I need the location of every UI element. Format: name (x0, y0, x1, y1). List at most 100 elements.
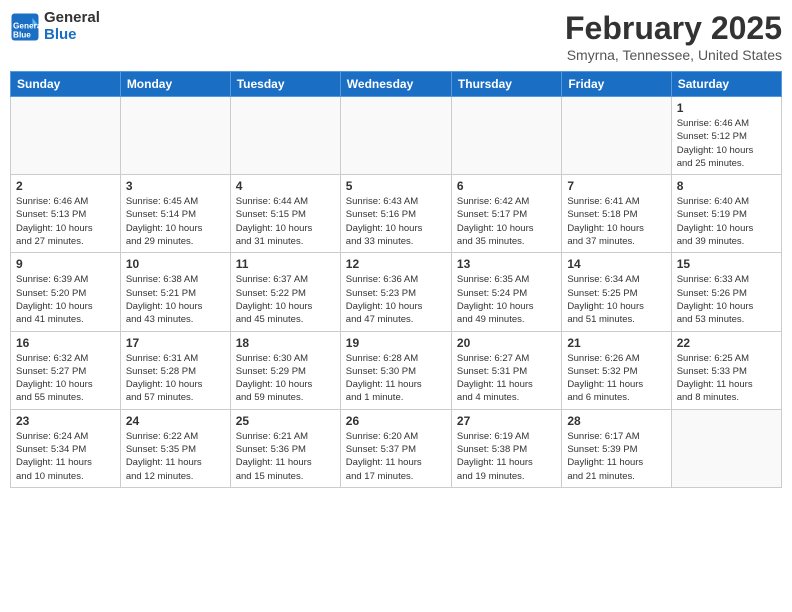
day-info: Sunrise: 6:37 AM Sunset: 5:22 PM Dayligh… (236, 273, 335, 326)
day-number: 6 (457, 179, 556, 193)
calendar-cell: 8Sunrise: 6:40 AM Sunset: 5:19 PM Daylig… (671, 175, 781, 253)
day-number: 3 (126, 179, 225, 193)
day-info: Sunrise: 6:26 AM Sunset: 5:32 PM Dayligh… (567, 352, 665, 405)
day-info: Sunrise: 6:17 AM Sunset: 5:39 PM Dayligh… (567, 430, 665, 483)
calendar-week-row: 23 Sunrise: 6:24 AM Sunset: 5:34 PM Dayli… (11, 409, 782, 487)
svg-text:General: General (13, 21, 40, 30)
day-info: Sunrise: 6:36 AM Sunset: 5:23 PM Dayligh… (346, 273, 446, 326)
day-number: 11 (236, 257, 335, 271)
calendar-cell: 23 Sunrise: 6:24 AM Sunset: 5:34 PM Dayli… (11, 409, 121, 487)
calendar-cell (340, 97, 451, 175)
day-info: Sunrise: 6:28 AM Sunset: 5:30 PM Dayligh… (346, 352, 446, 405)
day-info: Sunrise: 6:38 AM Sunset: 5:21 PM Dayligh… (126, 273, 225, 326)
day-number: 13 (457, 257, 556, 271)
month-title: February 2025 (565, 10, 782, 47)
day-number: 14 (567, 257, 665, 271)
day-number: 7 (567, 179, 665, 193)
calendar-week-row: 2 Sunrise: 6:46 AM Sunset: 5:13 PM Daylig… (11, 175, 782, 253)
calendar-week-row: 1 Sunrise: 6:46 AM Sunset: 5:12 PM Daylig… (11, 97, 782, 175)
day-number: 20 (457, 336, 556, 350)
day-info: Sunrise: 6:45 AM Sunset: 5:14 PM Dayligh… (126, 195, 225, 248)
day-info: Sunrise: 6:34 AM Sunset: 5:25 PM Dayligh… (567, 273, 665, 326)
logo-icon: General Blue (10, 12, 40, 42)
day-number: 4 (236, 179, 335, 193)
day-info: Sunrise: 6:27 AM Sunset: 5:31 PM Dayligh… (457, 352, 556, 405)
day-number: 2 (16, 179, 115, 193)
weekday-header-row: SundayMondayTuesdayWednesdayThursdayFrid… (11, 72, 782, 97)
day-number: 16 (16, 336, 115, 350)
calendar-cell (230, 97, 340, 175)
day-number: 10 (126, 257, 225, 271)
calendar-cell: 27Sunrise: 6:19 AM Sunset: 5:38 PM Dayli… (451, 409, 561, 487)
calendar-cell: 16 Sunrise: 6:32 AM Sunset: 5:27 PM Dayli… (11, 331, 121, 409)
day-number: 9 (16, 257, 115, 271)
calendar-cell: 5Sunrise: 6:43 AM Sunset: 5:16 PM Daylig… (340, 175, 451, 253)
calendar-cell: 7Sunrise: 6:41 AM Sunset: 5:18 PM Daylig… (562, 175, 671, 253)
day-number: 17 (126, 336, 225, 350)
day-info: Sunrise: 6:22 AM Sunset: 5:35 PM Dayligh… (126, 430, 225, 483)
calendar-cell: 24 Sunrise: 6:22 AM Sunset: 5:35 PM Dayli… (120, 409, 230, 487)
weekday-header-sunday: Sunday (11, 72, 121, 97)
logo-blue: Blue (44, 27, 100, 44)
day-number: 22 (677, 336, 776, 350)
svg-text:Blue: Blue (13, 30, 31, 39)
calendar-cell: 10 Sunrise: 6:38 AM Sunset: 5:21 PM Dayli… (120, 253, 230, 331)
day-info: Sunrise: 6:35 AM Sunset: 5:24 PM Dayligh… (457, 273, 556, 326)
day-number: 12 (346, 257, 446, 271)
day-info: Sunrise: 6:44 AM Sunset: 5:15 PM Dayligh… (236, 195, 335, 248)
header: General Blue General Blue February 2025 … (10, 10, 782, 63)
weekday-header-friday: Friday (562, 72, 671, 97)
weekday-header-wednesday: Wednesday (340, 72, 451, 97)
title-block: February 2025 Smyrna, Tennessee, United … (565, 10, 782, 63)
calendar-week-row: 16 Sunrise: 6:32 AM Sunset: 5:27 PM Dayli… (11, 331, 782, 409)
day-info: Sunrise: 6:46 AM Sunset: 5:12 PM Dayligh… (677, 117, 776, 170)
weekday-header-tuesday: Tuesday (230, 72, 340, 97)
day-info: Sunrise: 6:39 AM Sunset: 5:20 PM Dayligh… (16, 273, 115, 326)
calendar-cell: 2 Sunrise: 6:46 AM Sunset: 5:13 PM Daylig… (11, 175, 121, 253)
calendar: SundayMondayTuesdayWednesdayThursdayFrid… (10, 71, 782, 488)
day-number: 18 (236, 336, 335, 350)
day-info: Sunrise: 6:25 AM Sunset: 5:33 PM Dayligh… (677, 352, 776, 405)
calendar-cell: 26Sunrise: 6:20 AM Sunset: 5:37 PM Dayli… (340, 409, 451, 487)
day-info: Sunrise: 6:21 AM Sunset: 5:36 PM Dayligh… (236, 430, 335, 483)
day-number: 21 (567, 336, 665, 350)
calendar-cell: 18Sunrise: 6:30 AM Sunset: 5:29 PM Dayli… (230, 331, 340, 409)
calendar-cell: 6 Sunrise: 6:42 AM Sunset: 5:17 PM Daylig… (451, 175, 561, 253)
calendar-cell (120, 97, 230, 175)
day-number: 28 (567, 414, 665, 428)
calendar-cell: 20 Sunrise: 6:27 AM Sunset: 5:31 PM Dayli… (451, 331, 561, 409)
calendar-cell: 14 Sunrise: 6:34 AM Sunset: 5:25 PM Dayli… (562, 253, 671, 331)
calendar-cell: 3 Sunrise: 6:45 AM Sunset: 5:14 PM Daylig… (120, 175, 230, 253)
day-number: 15 (677, 257, 776, 271)
calendar-cell: 28 Sunrise: 6:17 AM Sunset: 5:39 PM Dayli… (562, 409, 671, 487)
day-info: Sunrise: 6:46 AM Sunset: 5:13 PM Dayligh… (16, 195, 115, 248)
calendar-cell: 19 Sunrise: 6:28 AM Sunset: 5:30 PM Dayli… (340, 331, 451, 409)
day-info: Sunrise: 6:24 AM Sunset: 5:34 PM Dayligh… (16, 430, 115, 483)
day-number: 25 (236, 414, 335, 428)
calendar-week-row: 9 Sunrise: 6:39 AM Sunset: 5:20 PM Daylig… (11, 253, 782, 331)
day-number: 19 (346, 336, 446, 350)
calendar-cell: 13 Sunrise: 6:35 AM Sunset: 5:24 PM Dayli… (451, 253, 561, 331)
weekday-header-thursday: Thursday (451, 72, 561, 97)
calendar-cell: 1 Sunrise: 6:46 AM Sunset: 5:12 PM Daylig… (671, 97, 781, 175)
calendar-cell: 9 Sunrise: 6:39 AM Sunset: 5:20 PM Daylig… (11, 253, 121, 331)
day-number: 24 (126, 414, 225, 428)
day-info: Sunrise: 6:19 AM Sunset: 5:38 PM Dayligh… (457, 430, 556, 483)
calendar-cell: 4 Sunrise: 6:44 AM Sunset: 5:15 PM Daylig… (230, 175, 340, 253)
calendar-cell: 25 Sunrise: 6:21 AM Sunset: 5:36 PM Dayli… (230, 409, 340, 487)
calendar-cell: 11 Sunrise: 6:37 AM Sunset: 5:22 PM Dayli… (230, 253, 340, 331)
day-info: Sunrise: 6:31 AM Sunset: 5:28 PM Dayligh… (126, 352, 225, 405)
day-info: Sunrise: 6:32 AM Sunset: 5:27 PM Dayligh… (16, 352, 115, 405)
calendar-cell: 15 Sunrise: 6:33 AM Sunset: 5:26 PM Dayli… (671, 253, 781, 331)
day-info: Sunrise: 6:40 AM Sunset: 5:19 PM Dayligh… (677, 195, 776, 248)
calendar-cell: 21 Sunrise: 6:26 AM Sunset: 5:32 PM Dayli… (562, 331, 671, 409)
day-number: 23 (16, 414, 115, 428)
day-info: Sunrise: 6:33 AM Sunset: 5:26 PM Dayligh… (677, 273, 776, 326)
day-info: Sunrise: 6:42 AM Sunset: 5:17 PM Dayligh… (457, 195, 556, 248)
calendar-cell (11, 97, 121, 175)
day-number: 1 (677, 101, 776, 115)
day-number: 5 (346, 179, 446, 193)
day-number: 26 (346, 414, 446, 428)
calendar-cell: 22 Sunrise: 6:25 AM Sunset: 5:33 PM Dayli… (671, 331, 781, 409)
weekday-header-monday: Monday (120, 72, 230, 97)
